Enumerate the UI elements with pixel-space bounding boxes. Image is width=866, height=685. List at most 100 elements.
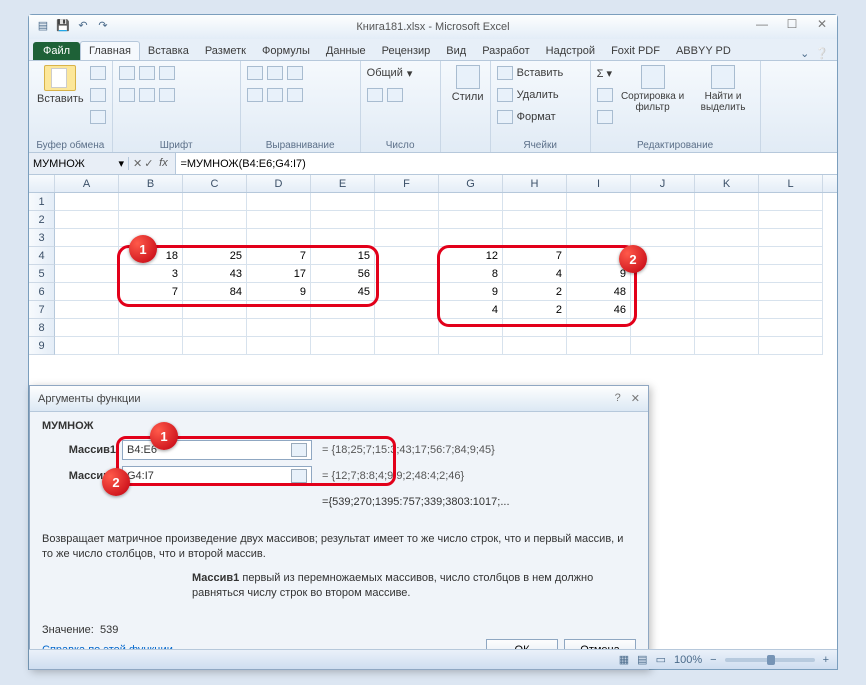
cell[interactable] [503,229,567,247]
col-header[interactable]: E [311,175,375,192]
cell[interactable] [311,229,375,247]
tab-developer[interactable]: Разработ [474,42,537,60]
cell[interactable] [631,337,695,355]
find-select-button[interactable]: Найти и выделить [692,63,753,115]
tab-data[interactable]: Данные [318,42,374,60]
view-layout-icon[interactable]: ▤ [637,653,647,666]
align-right-icon[interactable] [287,88,303,102]
cell[interactable] [631,319,695,337]
cell[interactable] [695,301,759,319]
row-header[interactable]: 8 [29,319,55,337]
cell[interactable] [695,337,759,355]
cell[interactable]: 2 [503,283,567,301]
cell[interactable] [247,319,311,337]
cell[interactable]: 15 [311,247,375,265]
zoom-slider[interactable] [725,658,815,662]
zoom-out-icon[interactable]: − [710,654,716,666]
border-icon[interactable] [119,88,135,102]
tab-home[interactable]: Главная [80,41,140,60]
cell[interactable] [375,301,439,319]
save-icon[interactable]: 💾 [55,17,71,33]
col-header[interactable]: D [247,175,311,192]
cell[interactable] [567,319,631,337]
col-header[interactable]: B [119,175,183,192]
cell[interactable]: 8 [439,265,503,283]
tab-foxit[interactable]: Foxit PDF [603,42,668,60]
cell[interactable] [695,319,759,337]
row-header[interactable]: 3 [29,229,55,247]
cell[interactable] [631,301,695,319]
cell[interactable] [759,265,823,283]
cell[interactable] [631,211,695,229]
copy-button[interactable] [90,85,106,105]
arg1-input[interactable]: B4:E6 [122,440,312,460]
close-button[interactable]: ✕ [807,15,837,33]
zoom-in-icon[interactable]: + [823,654,829,666]
redo-icon[interactable]: ↷ [95,17,111,33]
help-icon[interactable]: ❔ [815,47,829,60]
cell[interactable]: 45 [311,283,375,301]
minimize-ribbon-icon[interactable]: ⌄ [800,47,809,60]
col-header[interactable]: G [439,175,503,192]
cells-delete-button[interactable]: Удалить [497,85,564,105]
cell[interactable] [375,247,439,265]
tab-abbyy[interactable]: ABBYY PD [668,42,739,60]
cell[interactable] [55,229,119,247]
cell[interactable] [695,193,759,211]
cell[interactable] [695,211,759,229]
cell[interactable] [247,193,311,211]
cell[interactable] [631,229,695,247]
cell[interactable] [695,247,759,265]
col-header[interactable]: I [567,175,631,192]
cell[interactable] [55,247,119,265]
cell[interactable]: 46 [567,301,631,319]
cell[interactable]: 84 [183,283,247,301]
cell[interactable] [375,319,439,337]
paste-button[interactable]: Вставить [35,63,86,107]
cells-format-button[interactable]: Формат [497,107,564,127]
range-picker-icon[interactable] [291,469,307,483]
styles-button[interactable]: Стили [447,63,489,105]
cancel-formula-icon[interactable]: ✕ [133,157,142,170]
align-left-icon[interactable] [247,88,263,102]
cell[interactable]: 3 [119,265,183,283]
number-format-select[interactable]: Общий ▾ [367,63,413,83]
format-painter-button[interactable] [90,107,106,127]
cell[interactable] [439,337,503,355]
italic-icon[interactable] [139,66,155,80]
cut-button[interactable] [90,63,106,83]
cell[interactable] [247,229,311,247]
minimize-button[interactable]: — [747,15,777,33]
cell[interactable] [119,319,183,337]
row-header[interactable]: 6 [29,283,55,301]
cell[interactable] [439,319,503,337]
cell[interactable]: 4 [439,301,503,319]
cell[interactable] [375,193,439,211]
row-header[interactable]: 7 [29,301,55,319]
cell[interactable] [567,229,631,247]
view-break-icon[interactable]: ▭ [656,653,666,666]
cell[interactable] [759,229,823,247]
bold-icon[interactable] [119,66,135,80]
fill-color-icon[interactable] [139,88,155,102]
cell[interactable] [567,337,631,355]
cell[interactable] [375,337,439,355]
cell[interactable] [247,337,311,355]
zoom-level[interactable]: 100% [674,654,702,666]
align-center-icon[interactable] [267,88,283,102]
currency-icon[interactable] [367,88,383,102]
cell[interactable] [759,193,823,211]
cell[interactable] [759,211,823,229]
cell[interactable]: 9 [439,283,503,301]
cell[interactable] [503,337,567,355]
cell[interactable]: 17 [247,265,311,283]
cells-insert-button[interactable]: Вставить [497,63,564,83]
cell[interactable] [503,193,567,211]
cell[interactable] [247,211,311,229]
cell[interactable] [439,229,503,247]
fx-icon[interactable]: fx [155,157,171,170]
dialog-titlebar[interactable]: Аргументы функции ?✕ [30,386,648,412]
cell[interactable] [759,283,823,301]
tab-view[interactable]: Вид [438,42,474,60]
cell[interactable] [567,211,631,229]
